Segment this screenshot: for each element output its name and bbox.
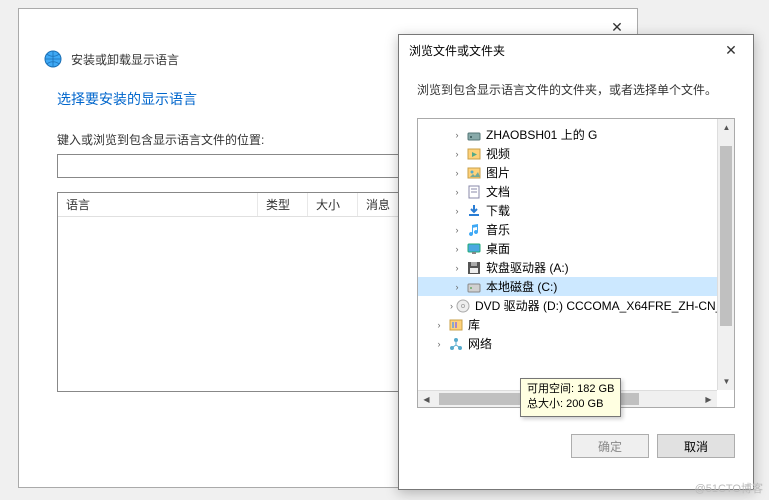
tree-item[interactable]: › 视频	[418, 144, 734, 163]
music-icon	[466, 222, 482, 238]
chevron-right-icon[interactable]: ›	[432, 320, 446, 330]
scroll-up-button[interactable]: ▲	[718, 119, 735, 136]
disk-tooltip: 可用空间: 182 GB 总大小: 200 GB	[520, 378, 621, 417]
pictures-icon	[466, 165, 482, 181]
scroll-down-button[interactable]: ▼	[718, 373, 735, 390]
download-icon	[466, 203, 482, 219]
wizard-title: 安装或卸载显示语言	[71, 51, 179, 68]
scroll-left-button[interactable]: ◀	[418, 391, 435, 408]
chevron-right-icon[interactable]: ›	[432, 339, 446, 349]
scroll-right-button[interactable]: ▶	[700, 391, 717, 408]
chevron-right-icon[interactable]: ›	[450, 263, 464, 273]
ok-button[interactable]: 确定	[571, 434, 649, 458]
tree-item-label: 下载	[486, 202, 510, 219]
col-type[interactable]: 类型	[258, 193, 308, 216]
dvd-icon	[455, 298, 471, 314]
drive-net-icon	[466, 127, 482, 143]
col-size[interactable]: 大小	[308, 193, 358, 216]
folder-tree: › ZHAOBSH01 上的 G › 视频 › 图片 › 文档 › 下载 › 音乐 › 桌面 › 软盘驱动器 …	[417, 118, 735, 408]
desktop-icon	[466, 241, 482, 257]
chevron-right-icon[interactable]: ›	[450, 187, 464, 197]
library-icon	[448, 317, 464, 333]
chevron-right-icon[interactable]: ›	[450, 225, 464, 235]
tree-item-label: 网络	[468, 335, 492, 352]
tree-item[interactable]: › DVD 驱动器 (D:) CCCOMA_X64FRE_ZH-CN_DV	[418, 296, 734, 315]
chevron-right-icon[interactable]: ›	[450, 168, 464, 178]
chevron-right-icon[interactable]: ›	[450, 244, 464, 254]
tree-item-label: 软盘驱动器 (A:)	[486, 259, 569, 276]
scroll-thumb[interactable]	[720, 146, 732, 326]
tree-item[interactable]: › 音乐	[418, 220, 734, 239]
network-icon	[448, 336, 464, 352]
floppy-icon	[466, 260, 482, 276]
tree-item[interactable]: › 本地磁盘 (C:)	[418, 277, 734, 296]
tree-item-label: 图片	[486, 164, 510, 181]
tree-item[interactable]: ›库	[418, 315, 734, 334]
tree-item[interactable]: › 软盘驱动器 (A:)	[418, 258, 734, 277]
tree-item[interactable]: › 网络	[418, 334, 734, 353]
tree-item-label: 桌面	[486, 240, 510, 257]
tree-item[interactable]: › 图片	[418, 163, 734, 182]
tooltip-total-size: 总大小: 200 GB	[527, 397, 614, 412]
dialog-instruction: 浏览到包含显示语言文件的文件夹，或者选择单个文件。	[417, 81, 735, 98]
chevron-right-icon[interactable]: ›	[450, 301, 453, 311]
dialog-title: 浏览文件或文件夹	[409, 42, 505, 59]
tree-item-label: 文档	[486, 183, 510, 200]
globe-icon	[43, 49, 63, 69]
tree-item-label: 库	[468, 316, 480, 333]
tree-item-label: ZHAOBSH01 上的 G	[486, 126, 597, 143]
chevron-right-icon[interactable]: ›	[450, 149, 464, 159]
docs-icon	[466, 184, 482, 200]
tree-item-label: 本地磁盘 (C:)	[486, 278, 557, 295]
tooltip-free-space: 可用空间: 182 GB	[527, 382, 614, 397]
browse-folder-dialog: 浏览文件或文件夹 ✕ 浏览到包含显示语言文件的文件夹，或者选择单个文件。 › ZH…	[398, 34, 754, 490]
tree-item-label: 视频	[486, 145, 510, 162]
cancel-button[interactable]: 取消	[657, 434, 735, 458]
col-language[interactable]: 语言	[58, 193, 258, 216]
dialog-buttons: 确定 取消	[399, 420, 753, 472]
tree-item-label: DVD 驱动器 (D:) CCCOMA_X64FRE_ZH-CN_DV	[475, 297, 735, 314]
disk-icon	[466, 279, 482, 295]
tree-item[interactable]: › 文档	[418, 182, 734, 201]
chevron-right-icon[interactable]: ›	[450, 282, 464, 292]
tree-item[interactable]: › 桌面	[418, 239, 734, 258]
close-button[interactable]: ✕	[713, 36, 749, 64]
tree-item-label: 音乐	[486, 221, 510, 238]
front-titlebar: 浏览文件或文件夹 ✕	[399, 35, 753, 65]
video-icon	[466, 146, 482, 162]
chevron-right-icon[interactable]: ›	[450, 130, 464, 140]
watermark: @51CTO博客	[695, 480, 763, 496]
tree-item[interactable]: › 下载	[418, 201, 734, 220]
chevron-right-icon[interactable]: ›	[450, 206, 464, 216]
vertical-scrollbar[interactable]: ▲ ▼	[717, 119, 734, 390]
tree-item[interactable]: › ZHAOBSH01 上的 G	[418, 125, 734, 144]
